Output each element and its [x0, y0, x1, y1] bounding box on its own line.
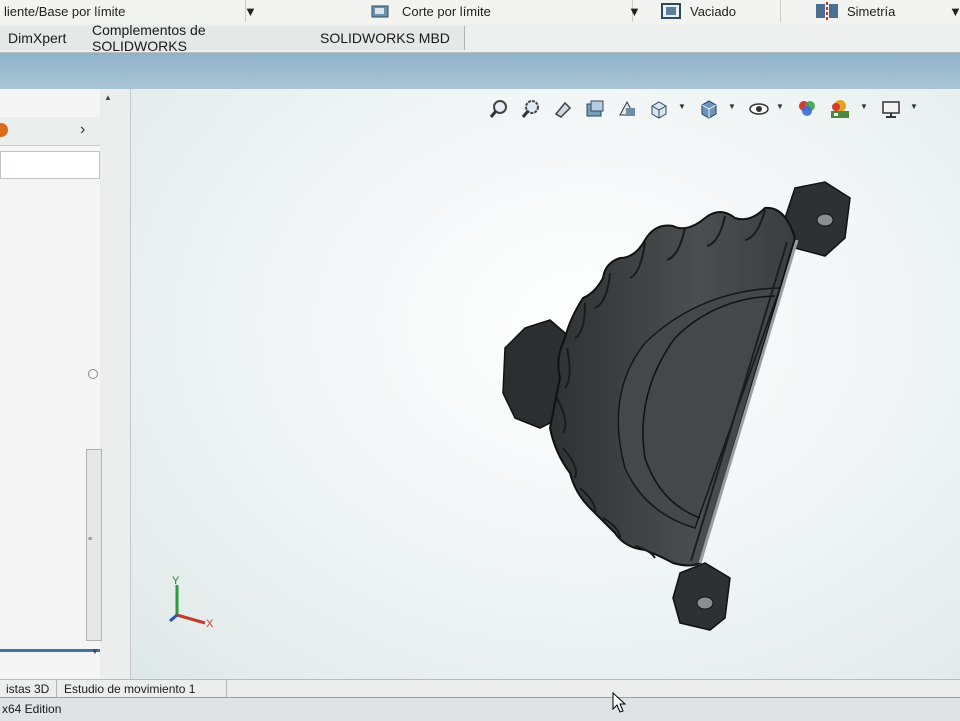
chevron-down-icon[interactable]: ▼	[678, 102, 686, 111]
scroll-marker-icon	[88, 369, 98, 379]
tab-3d-views-label: istas 3D	[6, 682, 50, 696]
chevron-down-icon[interactable]: ▼	[244, 4, 257, 19]
grip-icon: ≡	[88, 536, 93, 543]
mirror-label: Simetría	[847, 3, 896, 19]
tab-solidworks-mbd[interactable]: SOLIDWORKS MBD	[312, 26, 465, 50]
filter-field[interactable]	[0, 151, 100, 179]
title-strip	[0, 53, 960, 89]
shell-label: Vaciado	[690, 3, 737, 19]
edit-appearance-icon[interactable]	[796, 98, 818, 120]
display-style-icon[interactable]	[698, 98, 720, 120]
shell-icon	[660, 2, 682, 20]
panel-tab-strip: ›	[0, 117, 100, 146]
edition-label: x64 Edition	[2, 702, 62, 716]
panel-scrollbar[interactable]: ▲ ≡ ▼	[86, 89, 131, 679]
scroll-down-icon[interactable]: ▼	[91, 647, 99, 656]
shell-button[interactable]: Vaciado	[660, 0, 781, 22]
cut-loft-icon	[370, 3, 390, 19]
chevron-down-icon[interactable]: ▼	[728, 102, 736, 111]
view-settings-icon[interactable]	[880, 98, 902, 120]
command-manager-tabs: DimXpert Complementos de SOLIDWORKS SOLI…	[0, 22, 960, 54]
zoom-to-fit-icon[interactable]	[488, 98, 510, 120]
hide-show-icon[interactable]	[748, 98, 770, 120]
chevron-down-icon[interactable]: ▼	[860, 102, 868, 111]
tab-dimxpert[interactable]: DimXpert	[0, 26, 85, 50]
appearance-tab-icon[interactable]	[0, 123, 8, 137]
boss-base-loft-button[interactable]: liente/Base por límite ▼	[0, 0, 257, 22]
mouse-cursor-icon	[612, 692, 627, 713]
chevron-down-icon[interactable]: ▼	[776, 102, 784, 111]
scroll-up-icon[interactable]: ▲	[104, 93, 112, 102]
section-view-icon[interactable]	[584, 98, 606, 120]
tab-solidworks-addins-label: Complementos de SOLIDWORKS	[92, 22, 206, 54]
view-orientation-icon[interactable]	[648, 98, 670, 120]
tab-3d-views[interactable]: istas 3D	[0, 680, 57, 698]
3d-model-part[interactable]	[495, 178, 855, 633]
zoom-to-area-icon[interactable]	[520, 98, 542, 120]
tab-dimxpert-label: DimXpert	[8, 30, 67, 46]
status-bar: x64 Edition	[0, 697, 960, 721]
chevron-down-icon[interactable]: ▼	[628, 4, 641, 19]
chevron-down-icon[interactable]: ▼	[910, 102, 918, 111]
triad-x-label: X	[206, 618, 214, 630]
previous-view-icon[interactable]	[552, 98, 574, 120]
chevron-down-icon[interactable]: ▼	[949, 4, 960, 19]
dynamic-annotation-icon[interactable]	[616, 98, 638, 120]
cut-loft-label: Corte por límite	[402, 3, 491, 19]
scroll-thumb[interactable]	[86, 449, 102, 641]
tab-motion-study-1-label: Estudio de movimiento 1	[64, 682, 196, 696]
chevron-right-icon[interactable]: ›	[80, 121, 85, 139]
mirror-button[interactable]: Simetría ▼	[815, 0, 960, 22]
cut-loft-button[interactable]: Corte por límite ▼	[370, 0, 641, 22]
boss-base-loft-label: liente/Base por límite	[4, 3, 126, 19]
triad-y-label: Y	[172, 575, 180, 587]
bottom-tab-strip: istas 3D Estudio de movimiento 1	[0, 679, 960, 698]
tab-motion-study-1[interactable]: Estudio de movimiento 1	[58, 680, 227, 698]
apply-scene-icon[interactable]	[828, 98, 850, 120]
tab-solidworks-addins[interactable]: Complementos de SOLIDWORKS	[84, 22, 313, 54]
tab-solidworks-mbd-label: SOLIDWORKS MBD	[320, 30, 450, 46]
mirror-icon	[815, 2, 839, 20]
